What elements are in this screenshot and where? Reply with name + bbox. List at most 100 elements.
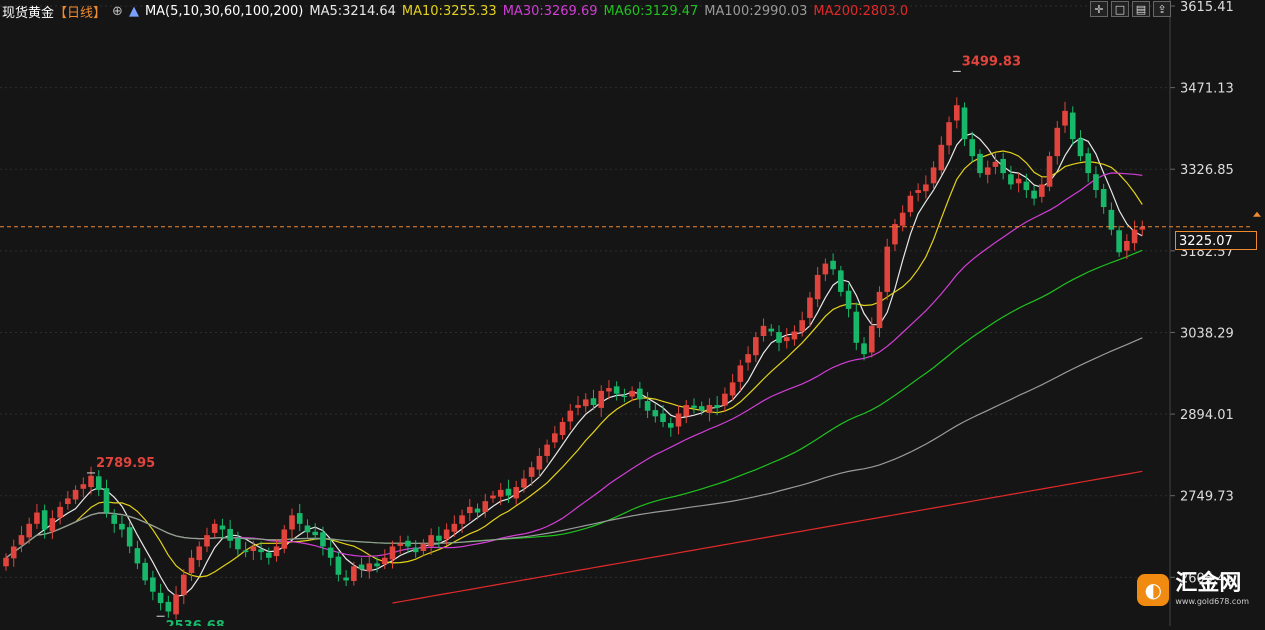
candle [343, 570, 349, 587]
candle-body [397, 543, 404, 546]
candle-body [497, 489, 504, 497]
candle-body [65, 498, 71, 505]
ma-indicator-icon[interactable]: ▲ [129, 4, 139, 19]
candle-body [722, 393, 728, 406]
candle-body [389, 546, 396, 560]
candle-body [289, 515, 295, 530]
candle [868, 317, 875, 358]
ma10-line [5, 150, 1143, 578]
candle-body [660, 413, 666, 423]
candle-body [111, 514, 118, 524]
candle [1008, 165, 1014, 190]
chart-toolbar: ✛ □ ▤ ⇪ [1090, 1, 1171, 17]
candle [930, 161, 937, 190]
candle-body [521, 478, 527, 488]
candle [10, 539, 17, 567]
candle [467, 498, 473, 522]
candle [984, 160, 991, 184]
candle-body [428, 535, 434, 547]
candle-body [273, 546, 280, 557]
candle [559, 417, 566, 440]
candle [1139, 220, 1146, 236]
candle [1100, 183, 1107, 214]
candle-body [1054, 127, 1061, 157]
candle-body [946, 122, 952, 146]
candle [737, 359, 744, 391]
candle-body [552, 433, 558, 443]
candle-body [412, 547, 419, 553]
candle [598, 385, 605, 417]
tile-icon[interactable]: ▤ [1132, 1, 1150, 17]
candle-body [838, 270, 844, 292]
candle-body [606, 388, 612, 392]
candle [544, 439, 550, 463]
candle [938, 136, 945, 176]
candle-body [977, 153, 983, 174]
candle [722, 387, 728, 412]
candle-body [1046, 156, 1053, 187]
symbol-name: 现货黄金 [2, 5, 55, 21]
candle [165, 595, 172, 618]
candle [196, 541, 203, 567]
candle-body [691, 405, 697, 408]
period-label[interactable]: 【日线】 [54, 2, 106, 21]
candle [126, 522, 133, 554]
candle-body [559, 422, 566, 436]
candle-body [575, 405, 581, 408]
candle [211, 519, 218, 538]
grid-lines [0, 5, 1170, 578]
candle [204, 527, 210, 553]
candle [745, 346, 751, 371]
candle [443, 523, 450, 546]
candle [289, 508, 295, 538]
candle [969, 131, 976, 162]
ma-params: MA(5,10,30,60,100,200) [144, 3, 304, 19]
candle [1062, 101, 1068, 133]
candle-body [1062, 110, 1068, 126]
candle-body [814, 274, 821, 300]
candle-body [683, 405, 690, 417]
candle [675, 405, 682, 435]
candle [521, 470, 527, 493]
price-annotations: 3499.83 2789.95 2536.68 [87, 54, 1021, 630]
candle-body [505, 488, 512, 496]
candle [1046, 151, 1053, 192]
candle-body [930, 167, 937, 184]
candle [776, 325, 782, 352]
candle-body [876, 291, 883, 329]
y-tick-label: 2749.73 [1180, 490, 1234, 505]
candle [180, 569, 187, 605]
export-icon[interactable]: ⇪ [1153, 1, 1171, 17]
candle-body [1085, 153, 1091, 174]
candle-body [157, 592, 164, 604]
candle-body [644, 401, 651, 411]
candle-body [95, 476, 102, 490]
candle [389, 540, 396, 569]
price-axis: 3615.413471.133326.853182.573038.292894.… [0, 0, 1261, 626]
candle-body [1031, 190, 1037, 199]
candle [613, 381, 620, 401]
candle-body [49, 518, 56, 532]
candle-body [1077, 138, 1084, 157]
crosshair-icon[interactable]: ⊕ [112, 4, 123, 19]
candle-body [513, 487, 519, 499]
candle-body [791, 331, 798, 340]
maximize-icon[interactable]: □ [1111, 1, 1129, 17]
candle [1039, 177, 1045, 203]
candle-body [242, 550, 249, 553]
candle [57, 501, 63, 525]
moving-average-lines [5, 132, 1143, 604]
candle [1116, 225, 1122, 257]
candle [227, 519, 233, 549]
candle-body [652, 410, 659, 417]
candle-body [590, 398, 597, 406]
candle-body [637, 388, 643, 400]
watermark: ◐ 汇金网 www.gold678.com [1137, 573, 1249, 606]
candle-body [219, 525, 226, 530]
candle-body [923, 184, 929, 192]
zoom-icon[interactable]: ✛ [1090, 1, 1108, 17]
candle-body [868, 325, 875, 353]
candle [552, 425, 558, 449]
candle [753, 332, 759, 363]
candle [1054, 121, 1061, 165]
